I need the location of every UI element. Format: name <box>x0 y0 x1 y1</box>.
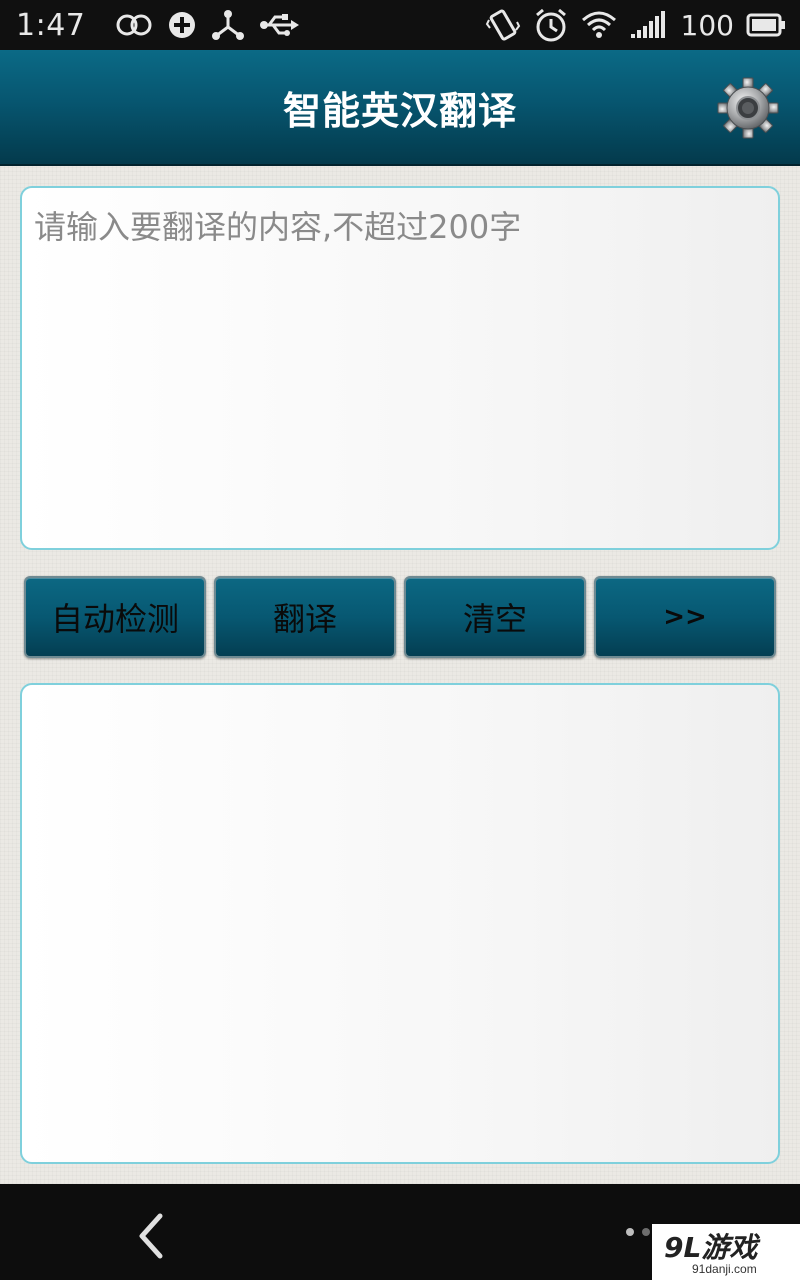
page-title: 智能英汉翻译 <box>282 88 517 133</box>
wifi-icon <box>581 10 617 40</box>
translate-button[interactable]: 翻译 <box>214 576 396 658</box>
watermark: 9L游戏 91danji.com <box>652 1224 800 1280</box>
auto-detect-button[interactable]: 自动检测 <box>24 576 206 658</box>
alarm-icon <box>533 7 569 43</box>
app-header: 智能英汉翻译 <box>0 50 800 166</box>
back-button[interactable] <box>120 1204 184 1268</box>
translation-output-text <box>22 685 778 713</box>
share-node-icon <box>211 9 245 41</box>
settings-button[interactable] <box>716 76 780 140</box>
page-dot <box>626 1228 634 1236</box>
back-chevron-icon <box>139 1213 163 1259</box>
link-rings-icon <box>115 13 153 37</box>
watermark-site: 91danji.com <box>692 1262 757 1276</box>
page-dot <box>642 1228 650 1236</box>
more-button[interactable]: >> <box>594 576 776 658</box>
signal-icon <box>629 10 669 40</box>
page-indicator <box>626 1228 650 1236</box>
battery-level: 100 <box>680 8 734 42</box>
source-text-box <box>20 186 780 550</box>
main-content: 自动检测 翻译 清空 >> <box>0 166 800 1184</box>
nav-bar: 9L游戏 91danji.com <box>0 1184 800 1280</box>
watermark-logo: 9L游戏 <box>664 1231 758 1264</box>
battery-icon <box>746 12 786 38</box>
sync-icon <box>167 10 197 40</box>
status-bar-right: 100 <box>485 7 786 43</box>
status-bar-left: 1:47 <box>16 7 300 43</box>
source-text-input[interactable] <box>22 188 778 548</box>
gear-icon <box>717 77 779 139</box>
status-bar: 1:47 100 <box>0 0 800 50</box>
action-button-row: 自动检测 翻译 清空 >> <box>24 576 776 658</box>
vibrate-icon <box>485 8 521 42</box>
translation-output-box <box>20 683 780 1164</box>
usb-icon <box>259 12 300 38</box>
clear-button[interactable]: 清空 <box>404 576 586 658</box>
status-time: 1:47 <box>16 7 86 43</box>
